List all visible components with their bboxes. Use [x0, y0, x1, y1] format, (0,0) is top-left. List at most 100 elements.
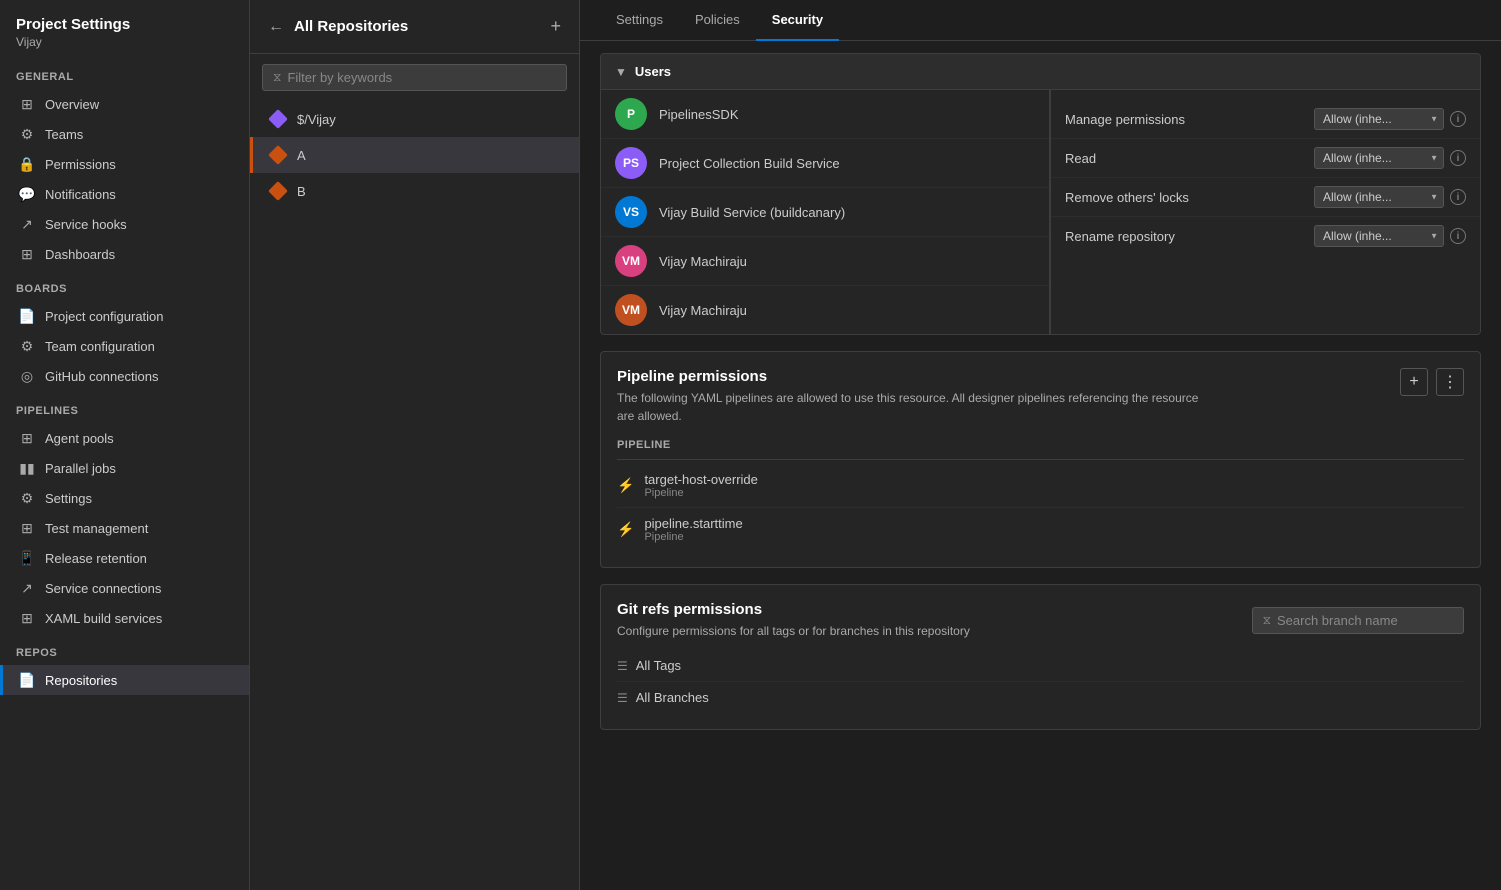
branch-search-input[interactable]	[1277, 613, 1453, 628]
add-repo-button[interactable]: +	[548, 14, 563, 39]
pipeline-col-label: Pipeline	[617, 435, 1464, 460]
avatar: VM	[615, 245, 647, 277]
sidebar-item-github-connections[interactable]: ◎ GitHub connections	[0, 361, 249, 391]
tag-icon: ☰	[617, 659, 628, 673]
github-icon: ◎	[19, 368, 35, 384]
perm-select-container[interactable]: Allow (inhe...	[1314, 225, 1444, 247]
middle-panel: ← All Repositories + ⧖ $/Vijay A B	[250, 0, 580, 890]
more-options-button[interactable]: ⋮	[1436, 368, 1464, 396]
sidebar-title: Project Settings	[16, 16, 233, 33]
pipeline-permissions-desc: The following YAML pipelines are allowed…	[617, 389, 1217, 425]
perm-label: Manage permissions	[1065, 112, 1314, 127]
sidebar-item-parallel-jobs[interactable]: ▮▮ Parallel jobs	[0, 453, 249, 483]
info-icon[interactable]: i	[1450, 228, 1466, 244]
info-icon[interactable]: i	[1450, 150, 1466, 166]
test-icon: ⊞	[19, 520, 35, 536]
pipeline-name: target-host-override	[644, 472, 757, 487]
pipeline-row: ⚡ pipeline.starttime Pipeline	[617, 508, 1464, 551]
filter-box[interactable]: ⧖	[262, 64, 567, 91]
perm-select-container[interactable]: Allow (inhe...	[1314, 147, 1444, 169]
dashboard-icon: ⊞	[19, 246, 35, 262]
pipeline-permissions-title: Pipeline permissions	[617, 368, 1217, 385]
sidebar-item-label: Project configuration	[45, 309, 164, 324]
repo-item-a[interactable]: A	[250, 137, 579, 173]
user-name: PipelinesSDK	[659, 107, 739, 122]
sidebar-item-label: Overview	[45, 97, 99, 112]
pipeline-type: Pipeline	[644, 531, 742, 543]
sidebar-item-team-configuration[interactable]: ⚙ Team configuration	[0, 331, 249, 361]
sidebar-item-service-connections[interactable]: ↗ Service connections	[0, 573, 249, 603]
search-icon: ⧖	[1263, 613, 1271, 628]
section-general: General	[0, 57, 249, 89]
sidebar-item-permissions[interactable]: 🔒 Permissions	[0, 149, 249, 179]
pipeline-icon: ⚡	[617, 477, 634, 494]
avatar: VM	[615, 294, 647, 326]
pipeline-row: ⚡ target-host-override Pipeline	[617, 464, 1464, 508]
sidebar-item-teams[interactable]: ⚙ Teams	[0, 119, 249, 149]
sidebar: Project Settings Vijay General ⊞ Overvie…	[0, 0, 250, 890]
middle-header-left: ← All Repositories	[266, 16, 408, 38]
perm-select-read[interactable]: Allow (inhe...	[1314, 147, 1444, 169]
pipeline-type: Pipeline	[644, 487, 757, 499]
perm-row: Read Allow (inhe... i	[1051, 139, 1480, 178]
branch-label: All Branches	[636, 690, 709, 705]
gear-icon: ⚙	[19, 338, 35, 354]
user-row[interactable]: VM Vijay Machiraju	[601, 237, 1049, 286]
sidebar-item-notifications[interactable]: 💬 Notifications	[0, 179, 249, 209]
pipeline-icon: ⚡	[617, 521, 634, 538]
sidebar-item-xaml-build[interactable]: ⊞ XAML build services	[0, 603, 249, 633]
tab-policies[interactable]: Policies	[679, 0, 756, 41]
sidebar-item-label: Repositories	[45, 673, 117, 688]
users-section: ▼ Users P PipelinesSDK PS Project Collec…	[600, 53, 1481, 335]
sidebar-item-repositories[interactable]: 📄 Repositories	[0, 665, 249, 695]
sidebar-item-label: Service hooks	[45, 217, 127, 232]
repo-label: $/Vijay	[297, 112, 336, 127]
all-tags-row[interactable]: ☰ All Tags	[617, 650, 1464, 682]
tab-settings[interactable]: Settings	[600, 0, 679, 41]
perm-select-container[interactable]: Allow (inhe...	[1314, 186, 1444, 208]
sidebar-item-label: Permissions	[45, 157, 116, 172]
sidebar-item-dashboards[interactable]: ⊞ Dashboards	[0, 239, 249, 269]
user-row[interactable]: P PipelinesSDK	[601, 90, 1049, 139]
info-icon[interactable]: i	[1450, 189, 1466, 205]
repo-item-b[interactable]: B	[250, 173, 579, 209]
sidebar-item-test-management[interactable]: ⊞ Test management	[0, 513, 249, 543]
back-button[interactable]: ←	[266, 16, 286, 38]
sidebar-item-label: Agent pools	[45, 431, 114, 446]
sidebar-item-settings[interactable]: ⚙ Settings	[0, 483, 249, 513]
sidebar-header: Project Settings Vijay	[0, 0, 249, 57]
users-list: P PipelinesSDK PS Project Collection Bui…	[601, 90, 1050, 334]
tabs-bar: Settings Policies Security	[580, 0, 1501, 41]
add-pipeline-button[interactable]: +	[1400, 368, 1428, 396]
sidebar-item-overview[interactable]: ⊞ Overview	[0, 89, 249, 119]
perm-select-manage[interactable]: Allow (inhe...	[1314, 108, 1444, 130]
filter-icon: ⧖	[273, 70, 281, 85]
filter-input[interactable]	[287, 70, 556, 85]
perm-row: Rename repository Allow (inhe... i	[1051, 217, 1480, 255]
repo-item-vijay[interactable]: $/Vijay	[250, 101, 579, 137]
sidebar-item-agent-pools[interactable]: ⊞ Agent pools	[0, 423, 249, 453]
perm-select-container[interactable]: Allow (inhe...	[1314, 108, 1444, 130]
sidebar-item-service-hooks[interactable]: ↗ Service hooks	[0, 209, 249, 239]
user-name: Project Collection Build Service	[659, 156, 840, 171]
pipeline-info: target-host-override Pipeline	[644, 472, 757, 499]
git-refs-header: Git refs permissions Configure permissio…	[617, 601, 1464, 640]
perm-select-wrapper: Allow (inhe... i	[1314, 186, 1466, 208]
permissions-panel: Manage permissions Allow (inhe... i Read	[1050, 90, 1480, 334]
main-content: Settings Policies Security ▼ Users P Pip…	[580, 0, 1501, 890]
user-row[interactable]: PS Project Collection Build Service	[601, 139, 1049, 188]
user-row[interactable]: VS Vijay Build Service (buildcanary)	[601, 188, 1049, 237]
user-row[interactable]: VM Vijay Machiraju	[601, 286, 1049, 334]
all-branches-row[interactable]: ☰ All Branches	[617, 682, 1464, 713]
sidebar-item-release-retention[interactable]: 📱 Release retention	[0, 543, 249, 573]
chevron-down-icon: ▼	[615, 65, 627, 79]
info-icon[interactable]: i	[1450, 111, 1466, 127]
perm-select-wrapper: Allow (inhe... i	[1314, 225, 1466, 247]
users-header[interactable]: ▼ Users	[601, 54, 1480, 90]
sidebar-item-project-configuration[interactable]: 📄 Project configuration	[0, 301, 249, 331]
pipeline-permissions-text: Pipeline permissions The following YAML …	[617, 368, 1217, 425]
perm-select-rename[interactable]: Allow (inhe...	[1314, 225, 1444, 247]
tab-security[interactable]: Security	[756, 0, 839, 41]
perm-select-remove-locks[interactable]: Allow (inhe...	[1314, 186, 1444, 208]
branch-search-box[interactable]: ⧖	[1252, 607, 1464, 634]
